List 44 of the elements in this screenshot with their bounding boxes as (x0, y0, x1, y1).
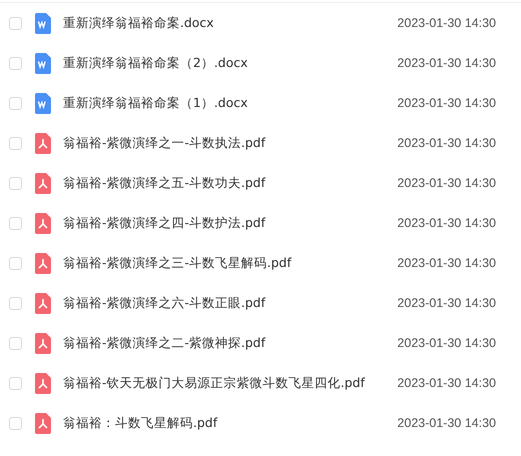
file-name[interactable]: 重新演绎翁福裕命案.docx (63, 14, 393, 32)
file-name[interactable]: 翁福裕-紫微演绎之五-斗数功夫.pdf (63, 174, 393, 192)
pdf-icon (35, 212, 51, 234)
file-name[interactable]: 翁福裕-紫微演绎之三-斗数飞星解码.pdf (63, 254, 393, 272)
document-icon (35, 12, 51, 34)
checkbox[interactable] (9, 96, 22, 110)
modified-date: 2023-01-30 14:30 (397, 374, 496, 392)
modified-date: 2023-01-30 14:30 (397, 94, 496, 112)
pdf-icon (35, 132, 51, 154)
pdf-icon (35, 252, 51, 274)
pdf-icon (35, 412, 51, 434)
file-name[interactable]: 翁福裕-紫微演绎之六-斗数正眼.pdf (63, 294, 393, 312)
modified-date: 2023-01-30 14:30 (397, 254, 496, 272)
modified-date: 2023-01-30 14:30 (397, 174, 496, 192)
modified-date: 2023-01-30 14:30 (397, 294, 496, 312)
modified-date: 2023-01-30 14:30 (397, 214, 496, 232)
checkbox[interactable] (9, 56, 22, 70)
document-icon (35, 52, 51, 74)
pdf-icon (35, 372, 51, 394)
modified-date: 2023-01-30 14:30 (397, 14, 496, 32)
pdf-icon (35, 332, 51, 354)
file-name[interactable]: 翁福裕-紫微演绎之二-紫微神探.pdf (63, 334, 393, 352)
pdf-icon (35, 292, 51, 314)
checkbox[interactable] (9, 296, 22, 310)
file-name[interactable]: 翁福裕-紫微演绎之四-斗数护法.pdf (63, 214, 393, 232)
modified-date: 2023-01-30 14:30 (397, 334, 496, 352)
checkbox[interactable] (9, 416, 22, 430)
file-name[interactable]: 翁福裕-钦天无极门大易源正宗紫微斗数飞星四化.pdf (63, 374, 393, 392)
modified-date: 2023-01-30 14:30 (397, 134, 496, 152)
pdf-icon (35, 172, 51, 194)
file-name[interactable]: 翁福裕：斗数飞星解码.pdf (63, 414, 393, 432)
file-name[interactable]: 重新演绎翁福裕命案（1）.docx (63, 94, 393, 112)
file-name[interactable]: 重新演绎翁福裕命案（2）.docx (63, 54, 393, 72)
checkbox[interactable] (9, 136, 22, 150)
document-icon (35, 92, 51, 114)
checkbox[interactable] (9, 176, 22, 190)
modified-date: 2023-01-30 14:30 (397, 414, 496, 432)
modified-date: 2023-01-30 14:30 (397, 54, 496, 72)
file-name[interactable]: 翁福裕-紫微演绎之一-斗数执法.pdf (63, 134, 393, 152)
checkbox[interactable] (9, 376, 22, 390)
checkbox[interactable] (9, 336, 22, 350)
checkbox[interactable] (9, 16, 22, 30)
checkbox[interactable] (9, 216, 22, 230)
checkbox[interactable] (9, 256, 22, 270)
